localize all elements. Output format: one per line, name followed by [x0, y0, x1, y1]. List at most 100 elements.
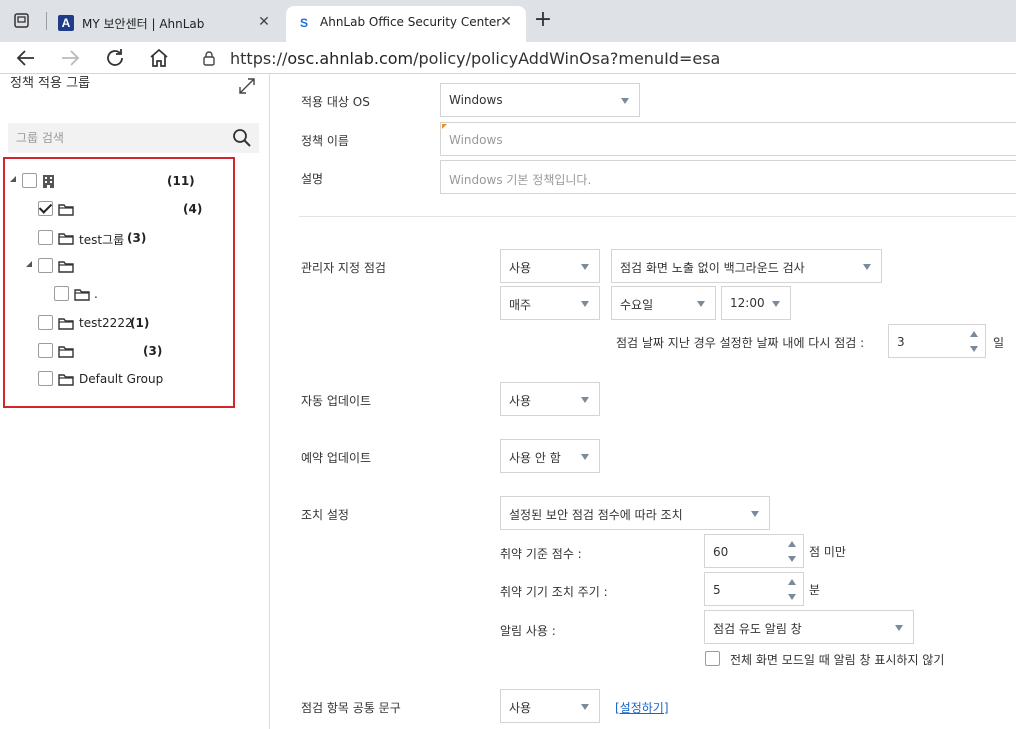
admin-check-use-select[interactable]: 사용 — [500, 249, 600, 283]
browser-toolbar: https://osc.ahnlab.com/policy/policyAddW… — [0, 42, 1016, 74]
tree-node[interactable]: test그룹 (3) — [5, 228, 233, 248]
required-marker-icon — [442, 124, 447, 129]
tab-my-security-center[interactable]: A MY 보안센터 | AhnLab ✕ — [48, 6, 284, 42]
scheduled-update-label: 예약 업데이트 — [301, 451, 372, 465]
description-field[interactable]: Windows 기본 정책입니다. — [440, 160, 1016, 194]
day-select[interactable]: 수요일 — [611, 286, 716, 320]
tree-count: (4) — [183, 202, 203, 216]
expand-icon[interactable] — [238, 77, 256, 95]
select-value: 사용 — [509, 701, 532, 715]
admin-check-mode-select[interactable]: 점검 화면 노출 없이 백그라운드 검사 — [611, 249, 882, 283]
tree-label: Default Group — [79, 372, 164, 386]
tree-count: (3) — [143, 344, 163, 358]
policy-form: 적용 대상 OS Windows 정책 이름 Windows 설명 Window… — [271, 74, 1016, 729]
auto-update-select[interactable]: 사용 — [500, 382, 600, 416]
tree-node[interactable]: . — [5, 284, 233, 304]
tree-checkbox-checked[interactable] — [38, 201, 53, 216]
home-icon[interactable] — [147, 46, 171, 70]
url-text[interactable]: https://osc.ahnlab.com/policy/policyAddW… — [230, 49, 720, 68]
tree-node[interactable] — [5, 256, 233, 276]
tree-checkbox[interactable] — [38, 315, 53, 330]
tab-actions-icon[interactable] — [8, 10, 34, 32]
hide-alert-fullscreen-checkbox[interactable] — [705, 651, 720, 666]
tree-label: . — [94, 287, 98, 301]
tree-node[interactable]: test2222 (1) — [5, 313, 233, 333]
search-icon[interactable] — [232, 128, 252, 148]
chevron-down-icon — [621, 98, 629, 104]
increment-arrow-icon[interactable] — [970, 331, 978, 337]
collapse-arrow-icon[interactable] — [10, 176, 16, 182]
tree-checkbox[interactable] — [38, 343, 53, 358]
target-os-label: 적용 대상 OS — [301, 95, 370, 109]
increment-arrow-icon[interactable] — [788, 579, 796, 585]
tree-checkbox[interactable] — [54, 286, 69, 301]
refresh-icon[interactable] — [103, 46, 127, 70]
collapse-arrow-icon[interactable] — [26, 261, 32, 267]
tree-checkbox[interactable] — [38, 371, 53, 386]
tree-count: (1) — [130, 316, 150, 330]
tab-title: MY 보안센터 | AhnLab — [82, 17, 205, 31]
lock-icon[interactable] — [202, 50, 216, 66]
folder-icon — [58, 203, 74, 216]
tree-checkbox[interactable] — [38, 258, 53, 273]
alert-select[interactable]: 점검 유도 알림 창 — [704, 610, 914, 644]
tree-checkbox[interactable] — [22, 173, 37, 188]
select-value: 설정된 보안 점검 점수에 따라 조치 — [509, 508, 683, 522]
building-icon — [42, 174, 55, 189]
new-tab-plus-icon[interactable]: + — [532, 9, 554, 31]
tree-node-root[interactable]: (11) — [5, 171, 233, 191]
increment-arrow-icon[interactable] — [788, 541, 796, 547]
decrement-arrow-icon[interactable] — [788, 594, 796, 600]
configure-link[interactable]: [설정하기] — [615, 699, 669, 716]
folder-icon — [58, 232, 74, 245]
threshold-stepper[interactable]: 60 — [704, 534, 804, 568]
scheduled-update-select[interactable]: 사용 안 함 — [500, 439, 600, 473]
select-value: 점검 화면 노출 없이 백그라운드 검사 — [620, 261, 805, 275]
common-text-label: 점검 항목 공통 문구 — [301, 701, 401, 715]
action-mode-select[interactable]: 설정된 보안 점검 점수에 따라 조치 — [500, 496, 770, 530]
tree-node[interactable]: (4) — [5, 199, 233, 219]
select-value: Windows — [449, 93, 503, 107]
forward-arrow-icon[interactable] — [58, 46, 82, 70]
osc-favicon-icon: S — [299, 16, 308, 30]
select-value: 12:00 — [730, 296, 765, 310]
tab-title: AhnLab Office Security Center — [320, 15, 502, 29]
field-placeholder: Windows — [449, 133, 503, 147]
tree-node[interactable]: (3) — [5, 341, 233, 361]
group-search-input[interactable] — [8, 123, 228, 153]
browser-tab-bar: A MY 보안센터 | AhnLab ✕ S AhnLab Office Sec… — [0, 0, 1016, 42]
chevron-down-icon — [895, 625, 903, 631]
decrement-arrow-icon[interactable] — [970, 346, 978, 352]
policy-name-field[interactable]: Windows — [440, 122, 1016, 156]
time-select[interactable]: 12:00 — [721, 286, 791, 320]
select-value: 사용 — [509, 394, 532, 408]
url-prefix: https:// — [230, 49, 288, 68]
tree-node[interactable]: Default Group — [5, 369, 233, 389]
back-arrow-icon[interactable] — [14, 46, 38, 70]
tab-separator — [46, 12, 47, 30]
close-tab-icon[interactable]: ✕ — [256, 14, 272, 30]
section-divider — [299, 216, 1016, 217]
address-bar[interactable]: https://osc.ahnlab.com/policy/policyAddW… — [192, 44, 1016, 72]
decrement-arrow-icon[interactable] — [788, 556, 796, 562]
recheck-label: 점검 날짜 지난 경우 설정한 날짜 내에 다시 점검 : — [616, 336, 865, 350]
tree-count: (3) — [127, 231, 147, 245]
tree-label: test2222 — [79, 316, 133, 330]
select-value: 매주 — [509, 298, 532, 312]
common-text-select[interactable]: 사용 — [500, 689, 600, 723]
threshold-unit: 점 미만 — [809, 545, 846, 559]
chevron-down-icon — [581, 704, 589, 710]
tab-office-security-center[interactable]: S AhnLab Office Security Center ✕ — [286, 6, 526, 42]
period-select[interactable]: 매주 — [500, 286, 600, 320]
target-os-select[interactable]: Windows — [440, 83, 640, 117]
recheck-days-stepper[interactable]: 3 — [888, 324, 986, 358]
cycle-stepper[interactable]: 5 — [704, 572, 804, 606]
group-tree: (11) (4) test그룹 (3) . test2222 (1) (3) D… — [3, 157, 235, 408]
chevron-down-icon — [581, 264, 589, 270]
alert-label: 알림 사용 : — [500, 624, 556, 638]
close-tab-icon[interactable]: ✕ — [498, 14, 514, 30]
tree-count: (11) — [167, 174, 195, 188]
tree-checkbox[interactable] — [38, 230, 53, 245]
stepper-value: 5 — [713, 583, 721, 597]
stepper-value: 3 — [897, 335, 905, 349]
